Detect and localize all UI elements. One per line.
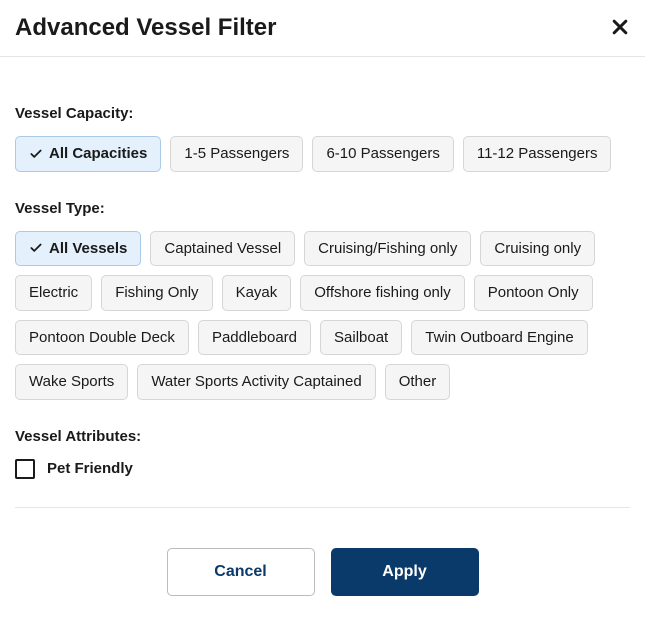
chip-label: 11-12 Passengers [477, 144, 598, 164]
chip-label: 6-10 Passengers [326, 144, 439, 164]
capacity-option-all-capacities[interactable]: All Capacities [15, 136, 161, 172]
chip-label: Pontoon Double Deck [29, 328, 175, 348]
chip-label: Fishing Only [115, 283, 198, 303]
capacity-option-1-5-passengers[interactable]: 1-5 Passengers [170, 136, 303, 172]
chip-label: Other [399, 372, 437, 392]
modal-body: Vessel Capacity: All Capacities 1-5 Passe… [0, 57, 645, 548]
chip-label: Captained Vessel [164, 239, 281, 259]
close-button[interactable] [610, 17, 630, 40]
vessel-attributes-label: Vessel Attributes: [15, 428, 630, 445]
type-option-paddleboard[interactable]: Paddleboard [198, 320, 311, 356]
type-option-water-sports-activity-captained[interactable]: Water Sports Activity Captained [137, 364, 375, 400]
checkbox-label: Pet Friendly [47, 460, 133, 477]
vessel-capacity-group: Vessel Capacity: All Capacities 1-5 Passe… [15, 105, 630, 172]
vessel-type-label: Vessel Type: [15, 200, 630, 217]
type-option-cruising-only[interactable]: Cruising only [480, 231, 595, 267]
type-option-all-vessels[interactable]: All Vessels [15, 231, 141, 267]
type-option-pontoon-double-deck[interactable]: Pontoon Double Deck [15, 320, 189, 356]
type-option-offshore-fishing-only[interactable]: Offshore fishing only [300, 275, 464, 311]
vessel-type-group: Vessel Type: All Vessels Captained Vessel… [15, 200, 630, 400]
check-icon [29, 147, 43, 161]
chip-label: Kayak [236, 283, 278, 303]
chip-label: Wake Sports [29, 372, 114, 392]
chip-label: All Capacities [49, 144, 147, 164]
chip-label: Cruising/Fishing only [318, 239, 457, 259]
divider [15, 507, 630, 508]
apply-button[interactable]: Apply [331, 548, 479, 596]
modal-header: Advanced Vessel Filter [0, 0, 645, 57]
type-option-electric[interactable]: Electric [15, 275, 92, 311]
vessel-capacity-options: All Capacities 1-5 Passengers 6-10 Passeng… [15, 136, 630, 172]
type-option-pontoon-only[interactable]: Pontoon Only [474, 275, 593, 311]
type-option-sailboat[interactable]: Sailboat [320, 320, 402, 356]
vessel-attributes-group: Vessel Attributes: Pet Friendly [15, 428, 630, 479]
chip-label: 1-5 Passengers [184, 144, 289, 164]
type-option-other[interactable]: Other [385, 364, 451, 400]
chip-label: Paddleboard [212, 328, 297, 348]
vessel-type-options: All Vessels Captained Vessel Cruising/Fish… [15, 231, 630, 400]
chip-label: Twin Outboard Engine [425, 328, 573, 348]
type-option-cruising-fishing-only[interactable]: Cruising/Fishing only [304, 231, 471, 267]
type-option-wake-sports[interactable]: Wake Sports [15, 364, 128, 400]
chip-label: Cruising only [494, 239, 581, 259]
capacity-option-6-10-passengers[interactable]: 6-10 Passengers [312, 136, 453, 172]
vessel-attributes-options: Pet Friendly [15, 459, 630, 479]
type-option-twin-outboard-engine[interactable]: Twin Outboard Engine [411, 320, 587, 356]
close-icon [610, 17, 630, 40]
type-option-kayak[interactable]: Kayak [222, 275, 292, 311]
chip-label: Offshore fishing only [314, 283, 450, 303]
chip-label: All Vessels [49, 239, 127, 259]
attribute-option-pet-friendly: Pet Friendly [15, 459, 630, 479]
chip-label: Pontoon Only [488, 283, 579, 303]
check-icon [29, 241, 43, 255]
type-option-fishing-only[interactable]: Fishing Only [101, 275, 212, 311]
modal-title: Advanced Vessel Filter [15, 14, 276, 42]
chip-label: Sailboat [334, 328, 388, 348]
checkbox-pet-friendly[interactable] [15, 459, 35, 479]
capacity-option-11-12-passengers[interactable]: 11-12 Passengers [463, 136, 612, 172]
chip-label: Electric [29, 283, 78, 303]
vessel-capacity-label: Vessel Capacity: [15, 105, 630, 122]
chip-label: Water Sports Activity Captained [151, 372, 361, 392]
type-option-captained-vessel[interactable]: Captained Vessel [150, 231, 295, 267]
modal-footer: Cancel Apply [0, 548, 645, 616]
cancel-button[interactable]: Cancel [167, 548, 315, 596]
